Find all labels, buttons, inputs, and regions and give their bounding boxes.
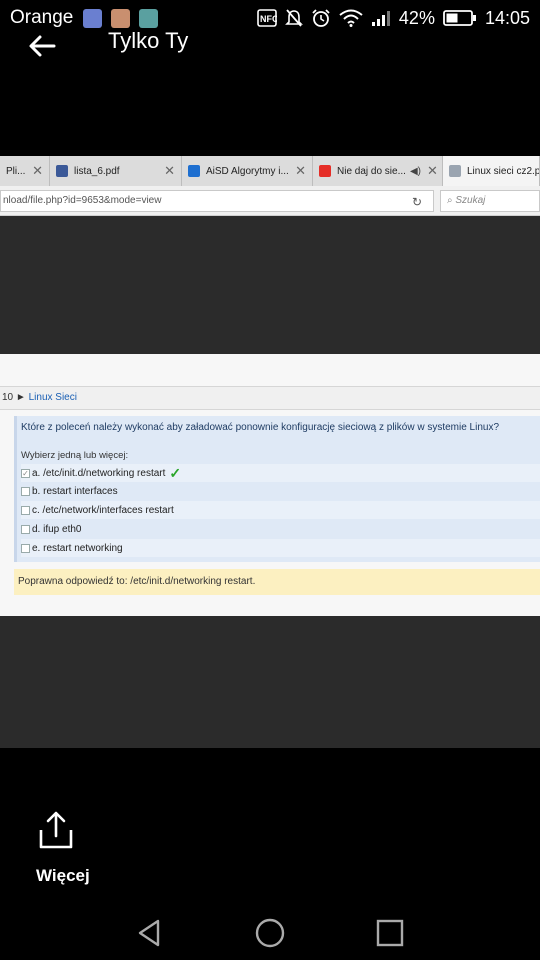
speaker-icon[interactable]: ◀) <box>410 166 421 177</box>
arrow-left-icon[interactable] <box>26 30 58 62</box>
alarm-icon <box>312 9 330 27</box>
answer-option[interactable]: c. /etc/network/interfaces restart <box>21 501 540 519</box>
close-icon[interactable]: ✕ <box>26 163 43 179</box>
question-box: Które z poleceń należy wykonać aby załad… <box>14 416 540 562</box>
checkbox[interactable] <box>21 543 30 553</box>
youtube-favicon-icon <box>319 165 331 177</box>
onedrive-favicon-icon <box>188 165 200 177</box>
browser-tab[interactable]: AiSD Algorytmy i... ✕ <box>182 156 313 186</box>
photo-of-screen: Pli... ✕ lista_6.pdf ✕ AiSD Algorytmy i.… <box>0 156 540 748</box>
checkbox[interactable] <box>21 524 30 534</box>
contact-avatar-icon <box>111 8 131 28</box>
browser-tab[interactable]: Pli... ✕ <box>0 156 50 186</box>
tab-label: AiSD Algorytmy i... <box>206 165 289 177</box>
mute-icon <box>284 9 303 27</box>
answer-option[interactable]: b. restart interfaces <box>21 482 540 500</box>
answer-option[interactable]: ✓ a. /etc/init.d/networking restart ✓ <box>21 464 540 482</box>
facebook-favicon-icon <box>56 165 68 177</box>
browser-tab-active[interactable]: Linux sieci cz2.p <box>443 156 540 186</box>
share-icon <box>39 811 73 849</box>
app-bar: Tylko Ty <box>0 26 540 62</box>
answer-option[interactable]: d. ifup eth0 <box>21 520 540 538</box>
breadcrumb-link[interactable]: Linux Sieci <box>29 392 77 403</box>
search-icon: ⌕ <box>447 195 453 206</box>
search-field[interactable]: ⌕ Szukaj <box>440 190 540 212</box>
page-header-dark <box>0 220 540 354</box>
checkbox[interactable] <box>21 505 30 515</box>
url-bar: nload/file.php?id=9653&mode=view ↻ ⌕ Szu… <box>0 186 540 216</box>
svg-text:NFC: NFC <box>260 14 277 24</box>
address-field[interactable]: nload/file.php?id=9653&mode=view <box>0 190 434 212</box>
breadcrumb-prefix: 10 ► <box>2 392 26 403</box>
app-title: Tylko Ty <box>108 28 189 53</box>
browser-tab[interactable]: lista_6.pdf ✕ <box>50 156 182 186</box>
home-circle-icon[interactable] <box>254 917 286 949</box>
battery-icon <box>443 10 476 26</box>
share-button[interactable]: Więcej <box>30 810 96 890</box>
nfc-icon: NFC <box>257 9 277 27</box>
quiz-page: 10 ► Linux Sieci Które z poleceń należy … <box>0 354 540 616</box>
search-placeholder: Szukaj <box>455 195 486 206</box>
messenger-notification-icon <box>83 8 103 28</box>
tab-label: lista_6.pdf <box>74 165 120 177</box>
correct-answer-feedback: Poprawna odpowiedź to: /etc/init.d/netwo… <box>14 569 540 595</box>
tab-label: Nie daj do sie... <box>337 165 406 177</box>
question-prompt: Wybierz jedną lub więcej: <box>21 450 129 461</box>
back-triangle-icon[interactable] <box>134 917 166 949</box>
close-icon[interactable]: ✕ <box>158 163 175 179</box>
signal-icon <box>371 11 390 26</box>
tab-label: Pli... <box>6 165 26 177</box>
page-footer-dark <box>0 616 540 748</box>
close-icon[interactable]: ✕ <box>289 163 306 179</box>
checkbox[interactable] <box>21 486 30 496</box>
option-text: d. ifup eth0 <box>32 523 82 535</box>
close-icon[interactable]: ✕ <box>421 163 438 179</box>
gallery-notification-icon <box>139 8 159 28</box>
page-favicon-icon <box>449 165 461 177</box>
option-text: a. /etc/init.d/networking restart <box>32 467 166 479</box>
browser-tab-strip: Pli... ✕ lista_6.pdf ✕ AiSD Algorytmy i.… <box>0 156 540 186</box>
option-text: c. /etc/network/interfaces restart <box>32 504 174 516</box>
checkbox-checked[interactable]: ✓ <box>21 468 30 478</box>
question-text: Które z poleceń należy wykonać aby załad… <box>21 422 500 433</box>
option-text: e. restart networking <box>32 542 123 554</box>
correct-check-icon: ✓ <box>169 464 182 481</box>
browser-tab[interactable]: Nie daj do sie... ◀) ✕ <box>313 156 443 186</box>
reload-icon[interactable]: ↻ <box>412 195 422 209</box>
answer-option[interactable]: e. restart networking <box>21 539 540 557</box>
breadcrumb: 10 ► Linux Sieci <box>0 386 540 410</box>
wifi-icon <box>339 9 363 27</box>
share-label: Więcej <box>36 866 90 885</box>
option-text: b. restart interfaces <box>32 485 118 497</box>
system-nav-bar <box>0 905 540 960</box>
recents-square-icon[interactable] <box>374 917 406 949</box>
tab-label: Linux sieci cz2.p <box>467 165 540 177</box>
